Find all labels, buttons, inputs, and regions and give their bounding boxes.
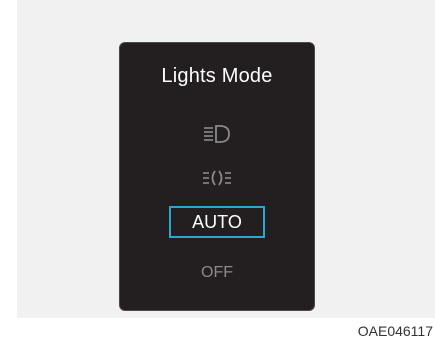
option-low-beam[interactable] [197, 123, 237, 145]
position-light-icon [201, 168, 233, 188]
option-auto-selected[interactable]: AUTO [169, 206, 265, 238]
figure-code: OAE046117 [357, 323, 433, 339]
low-beam-headlight-icon [202, 124, 232, 144]
panel-title: Lights Mode [161, 65, 273, 87]
option-off[interactable]: OFF [187, 262, 247, 284]
lights-mode-panel: Lights Mode AUTO OFF [119, 42, 315, 311]
option-position-lights[interactable] [197, 167, 237, 189]
